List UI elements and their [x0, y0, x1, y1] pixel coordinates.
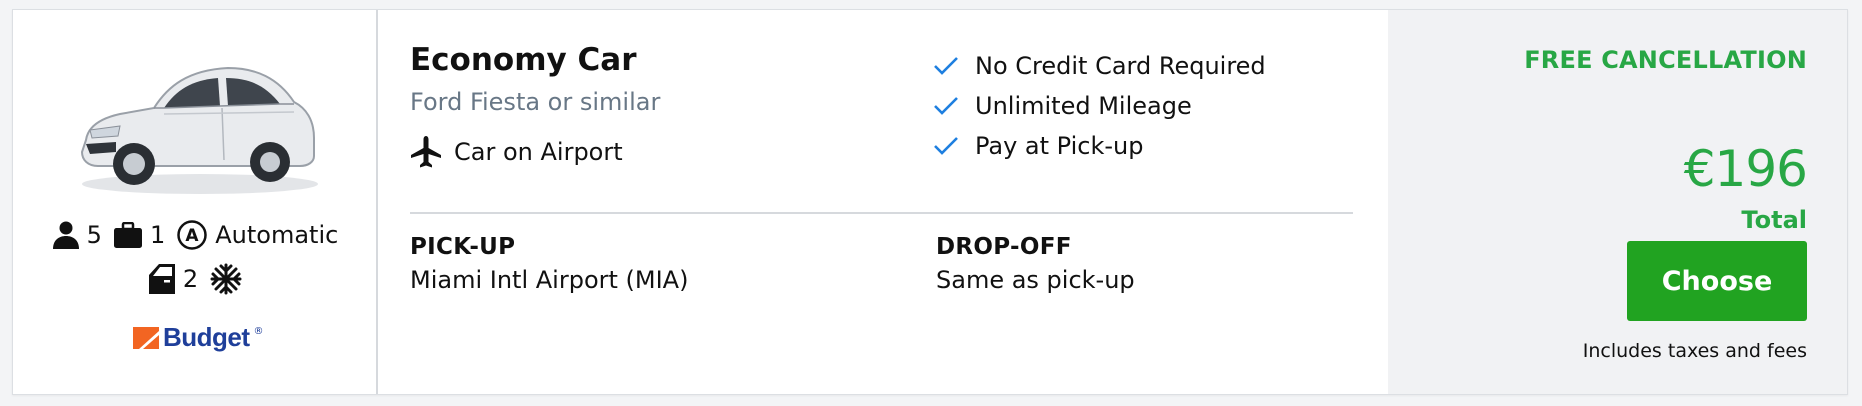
total-price: €196 [1683, 140, 1808, 198]
feature-item: Pay at Pick-up [933, 126, 1266, 166]
pickup-location: Miami Intl Airport (MIA) [410, 266, 689, 294]
pickup-heading: PICK-UP [410, 234, 516, 260]
vehicle-specs-row: 5 1 A Automatic [43, 220, 348, 250]
car-category-title: Economy Car [410, 42, 637, 78]
doors-count: 2 [182, 265, 199, 293]
free-cancellation-badge: FREE CANCELLATION [1524, 46, 1807, 74]
section-divider [410, 212, 1353, 214]
passengers-spec: 5 [52, 221, 102, 249]
air-conditioning-spec [210, 263, 242, 295]
person-icon [52, 221, 79, 249]
supplier-name: Budget [163, 322, 250, 352]
automatic-transmission-icon: A [177, 220, 207, 250]
transmission-label: Automatic [215, 221, 339, 249]
pricing-panel: FREE CANCELLATION €196 Total Choose Incl… [1388, 10, 1847, 394]
checkmark-icon [934, 57, 958, 75]
feature-label: No Credit Card Required [975, 52, 1266, 80]
car-image [80, 66, 318, 194]
dropoff-heading: DROP-OFF [936, 234, 1072, 260]
budget-logo-mark-icon [133, 326, 159, 349]
choose-button[interactable]: Choose [1627, 241, 1807, 321]
dropoff-location: Same as pick-up [936, 266, 1135, 294]
supplier-trademark: ® [253, 326, 264, 337]
passengers-count: 5 [86, 221, 102, 249]
feature-label: Unlimited Mileage [975, 92, 1192, 120]
transmission-spec: A Automatic [177, 220, 338, 250]
vehicle-specs-row-2: 2 [43, 263, 348, 295]
bags-spec: 1 [113, 221, 166, 249]
car-model-subtitle: Ford Fiesta or similar [410, 88, 661, 116]
checkmark-icon [934, 137, 958, 155]
location-type: Car on Airport [410, 136, 623, 168]
doors-spec: 2 [148, 264, 199, 294]
car-rental-card: 5 1 A Automatic 2 Budget ® Economy Car F… [12, 9, 1848, 395]
supplier-logo: Budget ® [133, 322, 264, 353]
features-list: No Credit Card Required Unlimited Mileag… [933, 46, 1266, 166]
suitcase-icon [113, 222, 142, 248]
feature-label: Pay at Pick-up [975, 132, 1144, 160]
feature-item: No Credit Card Required [933, 46, 1266, 86]
svg-text:A: A [186, 226, 200, 246]
feature-item: Unlimited Mileage [933, 86, 1266, 126]
bags-count: 1 [149, 221, 166, 249]
snowflake-icon [210, 263, 242, 295]
vehicle-summary: 5 1 A Automatic 2 Budget ® [13, 10, 378, 394]
vehicle-details: Economy Car Ford Fiesta or similar Car o… [378, 10, 1388, 394]
airplane-icon [411, 136, 441, 168]
location-type-label: Car on Airport [454, 138, 623, 166]
checkmark-icon [934, 97, 958, 115]
total-label: Total [1741, 206, 1807, 234]
taxes-note: Includes taxes and fees [1582, 340, 1807, 362]
car-door-icon [148, 264, 175, 294]
